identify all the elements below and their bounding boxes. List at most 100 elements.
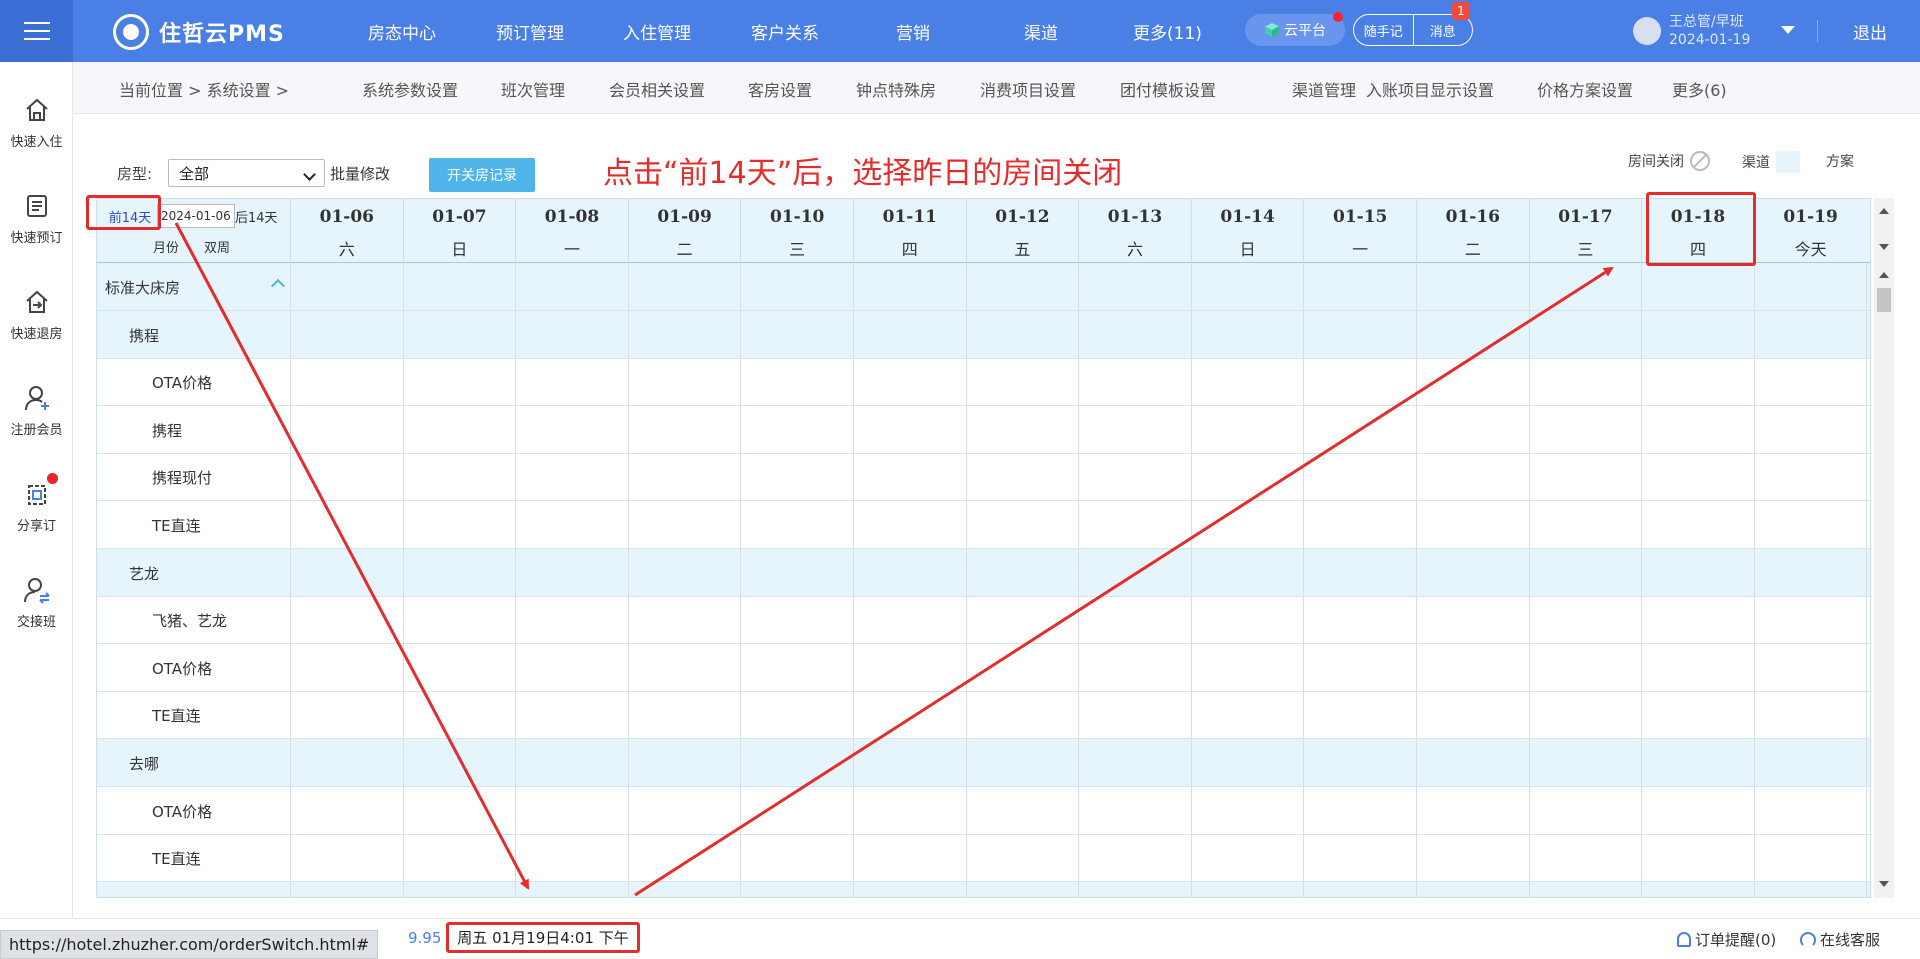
grid-divider <box>627 263 629 897</box>
legend-room-closed-label: 房间关闭 <box>1628 154 1684 170</box>
share-order-icon <box>22 472 58 509</box>
memo-button[interactable]: 随手记 <box>1354 15 1414 45</box>
user-menu[interactable]: 王总管/早班 2024-01-19 <box>1633 13 1750 49</box>
weekday-label: 五 <box>1014 240 1031 259</box>
subnav-hourly-rooms[interactable]: 钟点特殊房 <box>856 77 936 101</box>
row-label: 携程 <box>152 421 183 440</box>
scroll-up-icon[interactable] <box>1879 208 1889 214</box>
legend-plan: 方案 <box>1826 151 1854 171</box>
start-date-input[interactable]: 2024-01-06 <box>157 204 235 228</box>
sidebar-item-label: 快速预订 <box>10 230 63 246</box>
subnav-consumption-items[interactable]: 消费项目设置 <box>980 77 1076 101</box>
user-add-icon <box>22 383 52 413</box>
batch-edit-link[interactable]: 批量修改 <box>330 163 390 184</box>
nav-room-status[interactable]: 房态中心 <box>368 19 436 44</box>
date-column-header[interactable]: 01-18 四 <box>1641 199 1754 263</box>
price-plan-row[interactable]: OTA价格 <box>97 358 1870 407</box>
room-type-select[interactable]: 全部 <box>168 159 325 187</box>
channel-row[interactable]: 去哪 <box>97 739 1870 787</box>
next-14-days-button[interactable]: 后14天 <box>235 207 278 226</box>
sidebar-item-quick-checkout[interactable]: 快速退房 <box>0 274 73 354</box>
row-label: 美团 <box>129 896 159 897</box>
cloud-platform-button[interactable]: 云平台 <box>1245 12 1345 46</box>
subnav-system-params[interactable]: 系统参数设置 <box>362 77 458 101</box>
price-plan-row[interactable]: TE直连 <box>97 834 1870 883</box>
date-column-header[interactable]: 01-06 六 <box>290 199 403 263</box>
date-column-header[interactable]: 01-11 四 <box>853 199 966 263</box>
sidebar-item-quick-checkin[interactable]: 快速入住 <box>0 82 73 162</box>
date-column-header[interactable]: 01-19 今天 <box>1753 199 1867 263</box>
price-plan-row[interactable]: 飞猪、艺龙 <box>97 596 1870 645</box>
channel-row[interactable]: 携程 <box>97 310 1870 359</box>
price-plan-row[interactable]: TE直连 <box>97 691 1870 740</box>
sidebar-item-quick-booking[interactable]: 快速预订 <box>0 178 73 258</box>
price-plan-row[interactable]: TE直连 <box>97 501 1870 549</box>
date-column-header[interactable]: 01-09 二 <box>627 199 741 263</box>
annotation-text: 点击“前14天”后，选择昨日的房间关闭 <box>603 156 1123 191</box>
channel-row[interactable]: 美团 <box>97 881 1870 897</box>
order-alert-button[interactable]: 订单提醒(0) <box>1677 929 1776 950</box>
nav-booking[interactable]: 预订管理 <box>496 19 564 44</box>
nav-checkin[interactable]: 入住管理 <box>623 19 691 44</box>
vertical-scrollbar[interactable] <box>1874 198 1894 898</box>
scroll-down-icon[interactable] <box>1879 244 1889 250</box>
subnav-group-template[interactable]: 团付模板设置 <box>1120 77 1216 101</box>
subnav-channel-mgmt[interactable]: 渠道管理 <box>1292 77 1356 101</box>
price-plan-row[interactable]: 携程 <box>97 406 1870 454</box>
cloud-platform-label: 云平台 <box>1284 23 1326 39</box>
subnav-room-settings[interactable]: 客房设置 <box>748 77 812 101</box>
sidebar-item-register-member[interactable]: 注册会员 <box>0 370 73 450</box>
room-toggle-log-button[interactable]: 开关房记录 <box>429 158 535 192</box>
channel-row[interactable]: 艺龙 <box>97 548 1870 597</box>
grid-divider <box>1753 263 1755 897</box>
logo-text: 住哲云PMS <box>159 22 285 47</box>
online-support-button[interactable]: 在线客服 <box>1800 929 1880 950</box>
grid-divider <box>515 263 517 897</box>
date-column-header[interactable]: 01-17 三 <box>1528 199 1642 263</box>
scroll-up-icon[interactable] <box>1879 272 1889 278</box>
nav-more[interactable]: 更多(11) <box>1133 19 1202 44</box>
subnav-member-settings[interactable]: 会员相关设置 <box>609 77 705 101</box>
price-plan-row[interactable]: OTA价格 <box>97 644 1870 692</box>
view-biweek-toggle[interactable]: 双周 <box>204 237 230 256</box>
chevron-down-icon[interactable] <box>1781 26 1795 34</box>
date-column-header[interactable]: 01-16 二 <box>1416 199 1529 263</box>
scroll-down-icon[interactable] <box>1879 881 1889 887</box>
date-column-header[interactable]: 01-07 日 <box>402 199 516 263</box>
date-column-header[interactable]: 01-13 六 <box>1078 199 1191 263</box>
date-label: 01-08 <box>544 207 600 227</box>
grid-divider <box>290 263 291 897</box>
sidebar-item-label: 交接班 <box>16 614 56 630</box>
view-month-toggle[interactable]: 月份 <box>153 237 179 256</box>
subnav-shift-mgmt[interactable]: 班次管理 <box>501 77 565 101</box>
sidebar-item-share-order[interactable]: 分享订 <box>0 466 73 546</box>
date-label: 01-14 <box>1220 207 1275 227</box>
subnav-price-plan[interactable]: 价格方案设置 <box>1537 77 1633 101</box>
prev-14-days-button[interactable]: 前14天 <box>101 203 159 229</box>
subnav-posting-items[interactable]: 入账项目显示设置 <box>1366 77 1494 101</box>
checkout-icon <box>22 287 52 317</box>
price-plan-row[interactable]: OTA价格 <box>97 787 1870 835</box>
row-label: 艺龙 <box>129 564 160 583</box>
row-label: TE直连 <box>152 517 201 535</box>
subnav-more[interactable]: 更多(6) <box>1672 77 1727 101</box>
grid-divider <box>965 263 967 897</box>
chevron-up-icon[interactable] <box>270 278 286 294</box>
date-column-header[interactable]: 01-10 三 <box>740 199 853 263</box>
row-label: 飞猪、艺龙 <box>152 612 228 631</box>
menu-toggle-button[interactable] <box>0 0 73 62</box>
date-column-header[interactable]: 01-08 一 <box>515 199 628 263</box>
sidebar-item-shift-handover[interactable]: 交接班 <box>0 562 73 642</box>
date-column-header[interactable]: 01-15 一 <box>1303 199 1416 263</box>
date-column-header[interactable]: 01-12 五 <box>965 199 1079 263</box>
app-logo[interactable]: 住哲云PMS <box>113 14 285 50</box>
nav-marketing[interactable]: 营销 <box>896 19 930 44</box>
grid-divider <box>1641 263 1643 897</box>
nav-channel[interactable]: 渠道 <box>1024 19 1058 44</box>
price-plan-row[interactable]: 携程现付 <box>97 453 1870 502</box>
room-type-row[interactable]: 标准大床房 <box>97 263 1870 311</box>
logout-button[interactable]: 退出 <box>1853 19 1887 44</box>
scroll-thumb[interactable] <box>1877 288 1891 312</box>
nav-customer[interactable]: 客户关系 <box>751 19 819 44</box>
date-column-header[interactable]: 01-14 日 <box>1190 199 1304 263</box>
